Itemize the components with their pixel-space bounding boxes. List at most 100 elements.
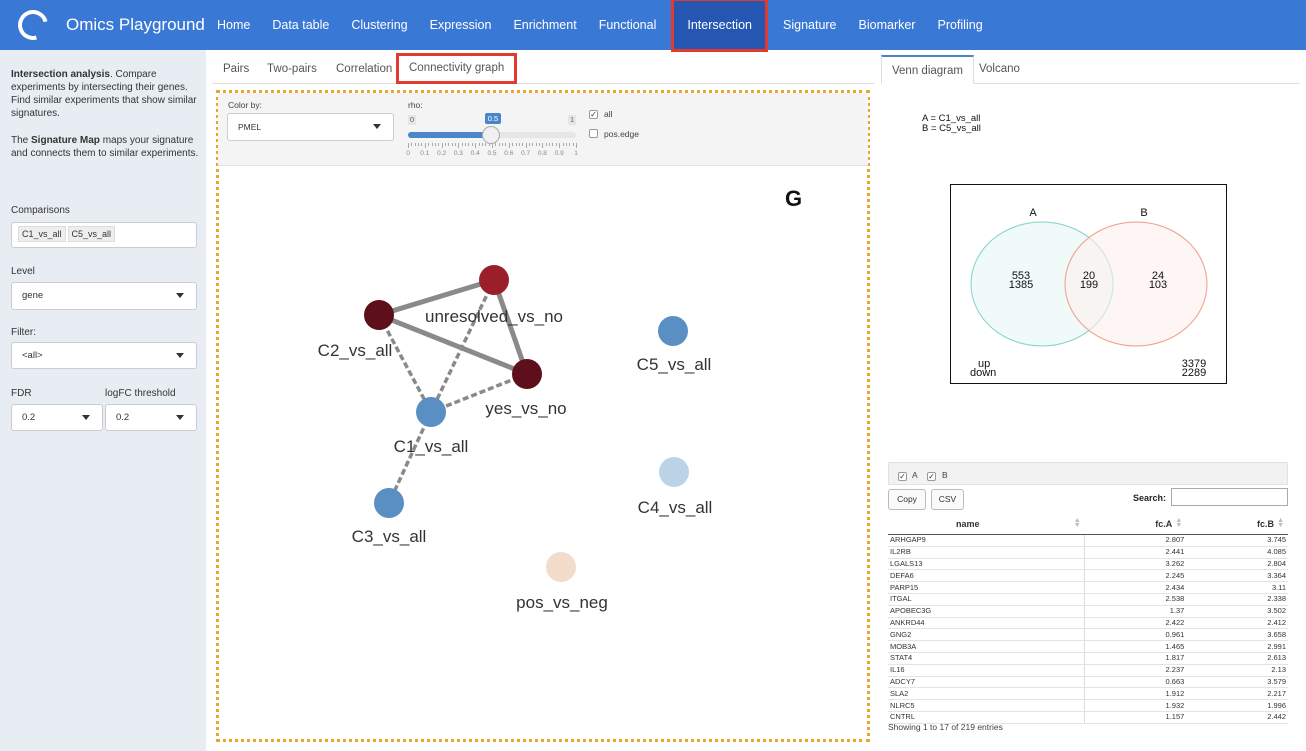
graph-node[interactable] — [416, 397, 446, 427]
tab-pairs[interactable]: Pairs — [223, 55, 249, 83]
table-row[interactable]: ADCY7 0.663 3.579 — [888, 676, 1288, 689]
nav-clustering[interactable]: Clustering — [340, 0, 418, 50]
nav-profiling[interactable]: Profiling — [926, 0, 993, 50]
gene-name-cell: NLRC5 — [888, 699, 1086, 712]
filter-b-checkbox[interactable]: ✓ — [927, 472, 936, 481]
table-filter-bar: ✓ A ✓ B — [888, 462, 1288, 485]
sidebar: Intersection analysis. Compare experimen… — [0, 50, 206, 751]
table-row[interactable]: STAT4 1.817 2.613 — [888, 652, 1288, 665]
table-row[interactable]: PARP15 2.434 3.11 — [888, 581, 1288, 594]
intro-text: Intersection analysis. Compare experimen… — [11, 68, 199, 120]
slider-tick — [498, 143, 500, 146]
slider-tick — [431, 143, 433, 146]
gene-name-cell: ARHGAP9 — [888, 534, 1086, 547]
nav-functional[interactable]: Functional — [588, 0, 668, 50]
table-row[interactable]: MOB3A 1.465 2.991 — [888, 640, 1288, 653]
table-row[interactable]: LGALS13 3.262 2.804 — [888, 558, 1288, 571]
table-row[interactable]: GNG2 0.961 3.658 — [888, 628, 1288, 642]
graph-node[interactable] — [658, 316, 688, 346]
tab-two-pairs[interactable]: Two-pairs — [267, 55, 317, 83]
rho-slider-handle[interactable] — [482, 126, 500, 144]
all-label: all — [604, 109, 613, 119]
table-row[interactable]: IL2RB 2.441 4.085 — [888, 546, 1288, 559]
comparison-chip[interactable]: C5_vs_all — [67, 226, 116, 242]
table-row[interactable]: SLA2 1.912 2.217 — [888, 687, 1288, 701]
color-by-select[interactable]: PMEL — [227, 113, 394, 141]
slider-tick — [481, 143, 483, 146]
slider-tick — [441, 143, 443, 148]
comparison-chip[interactable]: C1_vs_all — [18, 226, 66, 242]
logfc-select[interactable]: 0.2 — [105, 404, 197, 431]
fc-a-cell: 1.817 — [1084, 652, 1187, 665]
nav-home[interactable]: Home — [206, 0, 261, 50]
search-input[interactable] — [1171, 488, 1288, 506]
graph-node-label: C4_vs_all — [638, 498, 713, 517]
graph-node[interactable] — [546, 552, 576, 582]
slider-tick — [451, 143, 453, 146]
graph-node[interactable] — [364, 300, 394, 330]
nav-intersection[interactable]: Intersection — [671, 0, 768, 52]
slider-tick-label: 0.5 — [487, 150, 497, 157]
fc-a-cell: 0.663 — [1084, 676, 1187, 689]
table-row[interactable]: ARHGAP9 2.807 3.745 — [888, 534, 1288, 547]
gene-name-cell: LGALS13 — [888, 558, 1086, 571]
table-row[interactable]: APOBEC3G 1.37 3.502 — [888, 605, 1288, 618]
table-row[interactable]: IL16 2.237 2.13 — [888, 664, 1288, 677]
col-fca[interactable]: fc.A ▲ ▼ — [1084, 514, 1187, 535]
nav-data-table[interactable]: Data table — [261, 0, 340, 50]
fc-a-cell: 3.262 — [1084, 558, 1187, 571]
col-name[interactable]: name ▲ ▼ — [888, 514, 1085, 535]
tab-correlation[interactable]: Correlation — [336, 55, 392, 83]
all-checkbox[interactable]: ✓ — [589, 110, 598, 119]
tab-connectivity-graph[interactable]: Connectivity graph — [396, 53, 518, 84]
search-label: Search: — [1133, 493, 1167, 503]
graph-node[interactable] — [374, 488, 404, 518]
slider-tick — [508, 143, 510, 148]
sidebar-intro: Intersection analysis. Compare experimen… — [11, 68, 199, 174]
slider-tick — [421, 143, 423, 146]
fc-b-cell: 4.085 — [1186, 546, 1288, 559]
sort-icon: ▲ ▼ — [1175, 517, 1183, 529]
fc-b-cell: 2.804 — [1186, 558, 1288, 571]
graph-node[interactable] — [479, 265, 509, 295]
venn-label-a: A — [1029, 207, 1037, 219]
slider-tick-label: 0.8 — [537, 150, 547, 157]
csv-button[interactable]: CSV — [931, 489, 964, 510]
slider-tick — [411, 143, 413, 146]
nav-enrichment[interactable]: Enrichment — [502, 0, 587, 50]
fc-a-cell: 1.912 — [1084, 687, 1187, 701]
nav-biomarker[interactable]: Biomarker — [848, 0, 927, 50]
pos-edge-checkbox[interactable] — [589, 129, 598, 138]
sort-icon: ▲ ▼ — [1073, 517, 1081, 529]
tab-volcano[interactable]: Volcano — [979, 55, 1020, 83]
tab-venn-diagram[interactable]: Venn diagram — [881, 55, 974, 84]
nav-expression[interactable]: Expression — [419, 0, 503, 50]
brand[interactable]: Omics Playground — [12, 4, 205, 46]
filter-select[interactable]: <all> — [11, 342, 197, 369]
table-row[interactable]: NLRC5 1.932 1.996 — [888, 699, 1288, 712]
app-title: Omics Playground — [66, 15, 205, 34]
main-nav: Home Data table Clustering Expression Enrich… — [206, 0, 994, 52]
nav-signature[interactable]: Signature — [772, 0, 848, 50]
slider-tick-label: 0.6 — [504, 150, 514, 157]
table-row[interactable]: ANKRD44 2.422 2.412 — [888, 617, 1288, 630]
chevron-down-icon — [373, 124, 381, 129]
fdr-select[interactable]: 0.2 — [11, 404, 103, 431]
comparisons-select[interactable]: C1_vs_all C5_vs_all — [11, 222, 197, 248]
slider-tick — [471, 143, 473, 146]
graph-node[interactable] — [512, 359, 542, 389]
connectivity-graph: unresolved_vs_no C2_vs_all yes_vs_no C1_vs_… — [318, 265, 713, 612]
table-row[interactable]: DEFA6 2.245 3.364 — [888, 569, 1288, 583]
venn-legend-b: B = C5_vs_all — [922, 123, 981, 134]
slider-tick-label: 0.1 — [420, 150, 430, 157]
level-select[interactable]: gene — [11, 282, 197, 310]
filter-a-checkbox[interactable]: ✓ — [898, 472, 907, 481]
copy-button[interactable]: Copy — [888, 489, 926, 510]
fc-b-cell: 2.338 — [1186, 593, 1288, 606]
table-row[interactable]: ITGAL 2.538 2.338 — [888, 593, 1288, 606]
table-info: Showing 1 to 17 of 219 entries — [888, 722, 1003, 732]
graph-node-label: yes_vs_no — [485, 399, 566, 418]
col-fcb[interactable]: fc.B ▲ ▼ — [1186, 514, 1288, 535]
graph-node[interactable] — [659, 457, 689, 487]
slider-tick — [522, 143, 524, 146]
